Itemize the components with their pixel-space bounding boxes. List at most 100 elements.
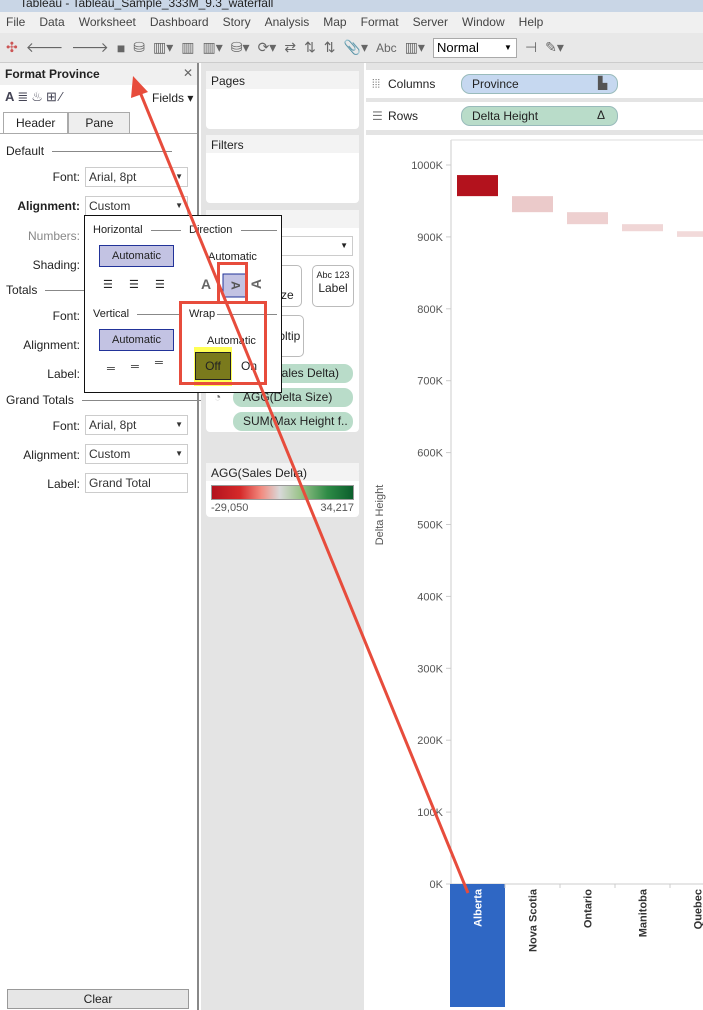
shading-icon[interactable]: ♨ [31,89,46,104]
default-shading-label: Shading: [32,258,80,272]
columns-pill-province[interactable]: Province [461,74,618,94]
y-tick-label: 100K [417,807,443,819]
forward-icon[interactable]: 🡒 [71,39,109,56]
direction-highlight-box [217,262,248,304]
menu-window[interactable]: Window [462,12,505,33]
vertical-heading: Vertical [93,308,130,320]
clear-button[interactable]: Clear [7,989,189,1009]
x-category-label: Nova Scotia [528,888,540,952]
grand-totals-alignment-select[interactable]: Custom [85,444,188,464]
sort-desc-icon[interactable]: ⇅ [324,39,336,56]
valign-middle-icon[interactable]: ═ [131,361,139,373]
tableau-logo-icon[interactable]: ✣ [6,39,18,56]
borders-icon[interactable]: ⊞ [46,89,60,104]
columns-label: Columns [388,77,436,91]
menu-bar: File Data Worksheet Dashboard Story Anal… [0,12,703,33]
duplicate-sheet-icon[interactable]: ▥ [181,39,194,56]
close-icon[interactable]: ✕ [183,66,193,80]
menu-format[interactable]: Format [361,12,399,33]
columns-shelf: ⦙⦙⦙ Columns Province ▙ [366,70,703,98]
bar-ontario [567,212,608,225]
show-me-icon[interactable]: ▥▾ [405,39,425,56]
lines-icon[interactable]: ∕ [60,89,65,104]
vertical-automatic-button[interactable]: Automatic [99,329,174,351]
grand-totals-font-label: Font: [52,419,80,433]
back-icon[interactable]: 🡐 [26,39,64,56]
menu-analysis[interactable]: Analysis [265,12,310,33]
grand-totals-alignment-label: Alignment: [23,448,80,462]
menu-data[interactable]: Data [39,12,64,33]
horizontal-heading: Horizontal [93,224,143,236]
pages-title: Pages [206,71,359,89]
menu-server[interactable]: Server [413,12,448,33]
pin-icon[interactable]: ⊣ [525,39,537,56]
new-worksheet-icon[interactable]: ▥▾ [153,39,173,56]
label-button-text: Label [318,281,348,295]
refresh-icon[interactable]: ⟳▾ [258,39,277,56]
default-font-label: Font: [52,170,80,184]
y-tick-label: 300K [417,663,443,675]
pages-card[interactable]: Pages [206,71,359,129]
color-legend-card: AGG(Sales Delta) -29,050 34,217 [206,463,359,517]
filters-card[interactable]: Filters [206,135,359,203]
marks-pill-max-height[interactable]: SUM(Max Height f.. [233,412,353,431]
menu-worksheet[interactable]: Worksheet [79,12,136,33]
waterfall-chart: 0K 100K 200K 300K 400K 500K 600K 700K 800K 900K 10… [374,139,703,1007]
text-rotate-down-icon[interactable]: A [248,279,264,289]
text-horizontal-icon[interactable]: A [201,276,211,292]
pause-updates-icon[interactable]: ⛁▾ [231,39,250,56]
show-labels-button[interactable]: Abc [376,41,397,55]
menu-dashboard[interactable]: Dashboard [150,12,209,33]
y-axis-title: Delta Height [374,485,386,546]
menu-map[interactable]: Map [323,12,346,33]
default-alignment-label: Alignment: [17,199,80,213]
columns-icon: ⦙⦙⦙ [372,77,381,91]
legend-max: 34,217 [320,502,354,514]
tab-header[interactable]: Header [3,112,69,134]
clear-sheet-icon[interactable]: ▥▾ [203,39,223,56]
attach-icon[interactable]: 📎▾ [344,39,368,56]
align-left-icon[interactable]: ☰ [103,278,113,291]
y-tick-label: 700K [417,376,443,388]
swap-icon[interactable]: ⇄ [284,39,296,56]
default-section: Default [6,144,173,158]
alignment-icon[interactable]: ≣ [17,89,31,104]
rows-label: Rows [388,109,419,123]
filters-title: Filters [206,135,359,153]
grand-totals-label-input[interactable]: Grand Total [85,473,188,493]
sort-icon[interactable]: ▙ [598,76,607,90]
rows-shelf: ☰ Rows Delta Height Δ [366,102,703,130]
rows-pill-delta-height[interactable]: Delta Height [461,106,618,126]
menu-story[interactable]: Story [223,12,251,33]
legend-title: AGG(Sales Delta) [206,463,359,481]
valign-top-icon[interactable]: ═ [155,357,163,369]
align-right-icon[interactable]: ☰ [155,278,165,291]
totals-alignment-label: Alignment: [23,338,80,352]
fit-select[interactable]: Normal [432,37,517,58]
fields-dropdown[interactable]: Fields ▾ [152,91,193,105]
horizontal-automatic-button[interactable]: Automatic [99,245,174,267]
grand-totals-font-select[interactable]: Arial, 8pt [85,415,188,435]
highlight-icon[interactable]: ✎▾ [545,39,564,56]
y-tick-label: 200K [417,735,443,747]
save-icon[interactable]: ■ [117,40,125,56]
valign-bottom-icon[interactable]: ═ [107,363,115,375]
x-category-label: Manitoba [638,888,650,937]
tab-pane[interactable]: Pane [68,112,131,134]
sort-asc-icon[interactable]: ⇅ [304,39,316,56]
menu-file[interactable]: File [6,12,25,33]
label-button[interactable]: Abc 123 Label [312,265,354,307]
new-datasource-icon[interactable]: ⛁ [133,39,145,56]
toolbar: ✣ 🡐 🡒 ■ ⛁ ▥▾ ▥ ▥▾ ⛁▾ ⟳▾ ⇄ ⇅ ⇅ 📎▾ Abc ▥▾ … [0,33,703,63]
legend-min: -29,050 [211,502,249,514]
grand-totals-section: Grand Totals [6,393,202,407]
default-alignment-select[interactable]: Custom [85,196,188,216]
rows-icon: ☰ [372,109,383,123]
delta-icon: Δ [597,108,606,122]
default-numbers-label: Numbers: [27,229,80,243]
wrap-highlight-box [179,301,267,385]
font-icon[interactable]: A [5,89,17,104]
align-center-icon[interactable]: ☰ [129,278,139,291]
menu-help[interactable]: Help [519,12,544,33]
default-font-select[interactable]: Arial, 8pt [85,167,188,187]
